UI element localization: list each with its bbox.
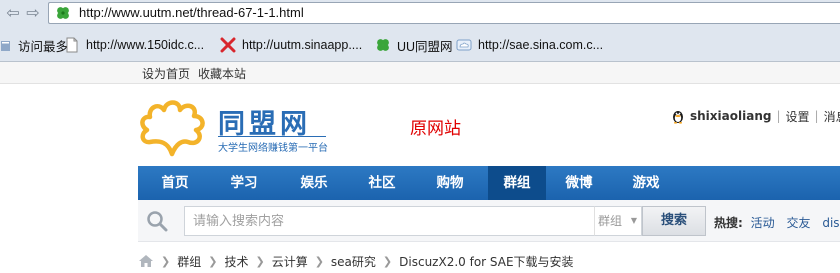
- hot-searches-label: 热搜:: [714, 216, 743, 230]
- set-home-link[interactable]: 设为首页: [142, 65, 190, 82]
- bookmark-label: 访问最多: [18, 39, 69, 54]
- bookmark-sae[interactable]: http://sae.sina.com.c...: [456, 36, 603, 54]
- username-link[interactable]: shixiaoliang: [690, 109, 771, 123]
- sina-app-icon: [220, 37, 236, 53]
- address-bar[interactable]: http://www.uutm.net/thread-67-1-1.html: [48, 2, 840, 24]
- nav-item-games[interactable]: 游戏: [612, 166, 680, 200]
- hot-search-link[interactable]: 交友: [786, 216, 810, 230]
- site-logo[interactable]: 同盟网 大学生网络赚钱第一平台: [138, 96, 338, 160]
- hot-search-link[interactable]: 活动: [751, 216, 775, 230]
- original-site-label: 原网站: [410, 119, 461, 139]
- logo-mark-icon: [140, 100, 205, 157]
- site-topbar: 设为首页 收藏本站: [0, 62, 840, 84]
- url-text[interactable]: http://www.uutm.net/thread-67-1-1.html: [79, 5, 304, 21]
- bookmark-uutm[interactable]: UU同盟网: [375, 36, 453, 54]
- divider: |: [776, 109, 781, 123]
- nav-item-shopping[interactable]: 购物: [412, 166, 488, 200]
- divider: |: [814, 109, 819, 123]
- breadcrumb-separator: ❯: [208, 254, 218, 268]
- hot-searches: 热搜: 活动 交友 discu: [714, 214, 840, 231]
- breadcrumb-separator: ❯: [382, 254, 393, 268]
- search-bar: 群组 ▼ 搜索 热搜: 活动 交友 discu: [138, 200, 840, 242]
- bookmark-site-link[interactable]: 收藏本站: [198, 65, 246, 82]
- hot-search-link[interactable]: discu: [822, 216, 840, 230]
- search-icon: [147, 211, 168, 232]
- breadcrumb-separator: ❯: [314, 254, 324, 268]
- breadcrumb-item[interactable]: sea研究: [331, 253, 376, 270]
- bookmarks-bar: 访问最多 http://www.150idc.c... http://uutm.…: [0, 30, 840, 60]
- logo-divider: [218, 136, 326, 137]
- search-box: [184, 206, 594, 236]
- user-area: shixiaoliang | 设置 | 消息: [670, 108, 840, 124]
- search-button[interactable]: 搜索: [642, 206, 706, 236]
- bookmark-most-visited[interactable]: 访问最多: [0, 36, 68, 54]
- breadcrumb-item[interactable]: 云计算: [272, 253, 308, 270]
- bookmark-150idc[interactable]: http://www.150idc.c...: [64, 36, 204, 54]
- nav-item-home[interactable]: 首页: [138, 166, 212, 200]
- nav-item-entertainment[interactable]: 娱乐: [276, 166, 352, 200]
- breadcrumb-current: DiscuzX2.0 for SAE下载与安装: [399, 254, 574, 269]
- clover-icon: [377, 39, 389, 51]
- back-arrow-icon[interactable]: ⇦: [2, 2, 24, 24]
- nav-item-community[interactable]: 社区: [352, 166, 412, 200]
- main-nav: 首页 学习 娱乐 社区 购物 群组 微博 游戏: [138, 166, 840, 200]
- search-scope-select[interactable]: 群组 ▼: [594, 206, 642, 236]
- browser-nav-buttons: ⇦ ⇨: [0, 2, 48, 24]
- settings-link[interactable]: 设置: [786, 108, 810, 125]
- qq-penguin-icon: [673, 111, 683, 124]
- bookmark-label: http://www.150idc.c...: [86, 38, 205, 52]
- nav-item-study[interactable]: 学习: [212, 166, 276, 200]
- home-icon[interactable]: [138, 254, 154, 268]
- bookmark-label: http://uutm.sinaapp....: [242, 38, 363, 52]
- breadcrumb-item[interactable]: 技术: [224, 253, 248, 270]
- bookmark-folder-icon: [1, 41, 10, 51]
- breadcrumb-separator: ❯: [161, 254, 171, 268]
- bookmark-label: http://sae.sina.com.c...: [478, 38, 604, 52]
- search-scope-value: 群组: [598, 214, 623, 228]
- breadcrumb-item[interactable]: 群组: [177, 253, 201, 270]
- bookmark-sinaapp[interactable]: http://uutm.sinaapp....: [220, 36, 362, 54]
- browser-chrome: ⇦ ⇨ http://www.uutm.net/thread-67-1-1.ht…: [0, 0, 840, 62]
- site-header: 同盟网 大学生网络赚钱第一平台 原网站 shixiaoliang | 设置 | …: [0, 84, 840, 166]
- search-input[interactable]: [185, 207, 594, 235]
- nav-item-groups[interactable]: 群组: [488, 166, 546, 200]
- breadcrumb-separator: ❯: [255, 254, 265, 268]
- sae-cloud-icon: [456, 39, 472, 51]
- forward-arrow-icon[interactable]: ⇨: [22, 2, 44, 24]
- breadcrumb: ❯ 群组 ❯ 技术 ❯ 云计算 ❯ sea研究 ❯ DiscuzX2.0 for…: [138, 252, 574, 270]
- clover-favicon-icon: [57, 7, 69, 19]
- messages-link[interactable]: 消息: [824, 108, 840, 125]
- nav-item-weibo[interactable]: 微博: [546, 166, 612, 200]
- bookmark-label: UU同盟网: [397, 39, 453, 54]
- dropdown-arrow-icon: ▼: [630, 216, 637, 225]
- logo-slogan: 大学生网络赚钱第一平台: [218, 143, 328, 154]
- page-icon: [66, 37, 78, 53]
